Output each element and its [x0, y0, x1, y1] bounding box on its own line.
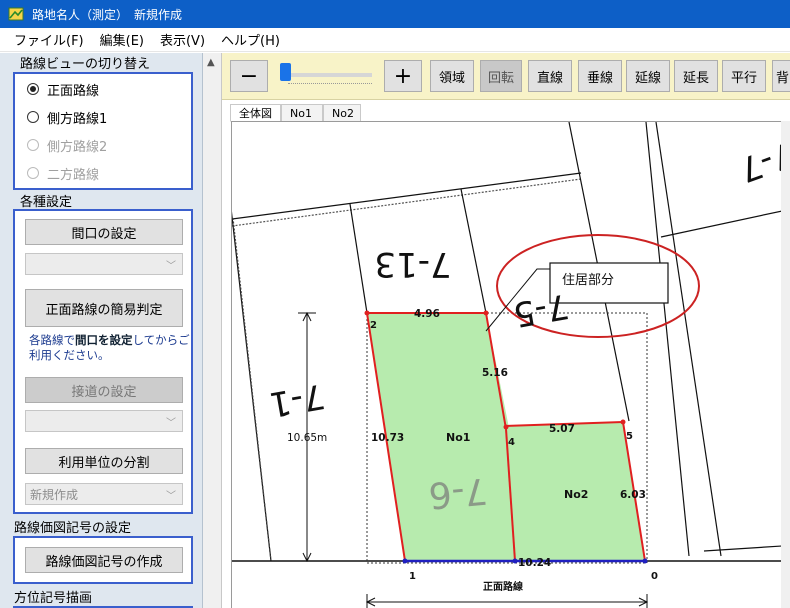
- price-symbol-group-title: 路線価図記号の設定: [14, 521, 132, 536]
- route-view-group-title: 路線ビューの切り替え: [20, 57, 151, 72]
- horizontal-dimension: [365, 594, 649, 608]
- parcel-line: [660, 210, 781, 238]
- menu-bar: ファイル(F) 編集(E) 表示(V) ヘルプ(H): [0, 28, 790, 52]
- tab-no2[interactable]: No2: [323, 104, 361, 122]
- vertex-marker: [503, 424, 509, 430]
- chevron-down-icon: ﹀: [166, 261, 176, 272]
- parcel-line: [703, 545, 781, 552]
- chevron-down-icon: ﹀: [166, 418, 176, 429]
- toolbar: − + 領域 回転 直線 垂線 延線 延長 平行 背: [222, 53, 790, 100]
- settings-group-title: 各種設定: [20, 195, 73, 210]
- radio-indicator: [27, 83, 39, 95]
- dim-label-left: 10.73: [371, 432, 404, 444]
- road-contact-combo: ﹀: [25, 410, 183, 432]
- vertex-marker: [620, 419, 626, 425]
- sidebar-scrollbar[interactable]: ▲: [203, 53, 222, 608]
- drawing-canvas[interactable]: 7-13 7-1 7-6 7-5 7-7 住居部分 No1 No2 4.96 5…: [231, 121, 781, 608]
- callout-text: 住居部分: [562, 273, 614, 288]
- vertex-number: 2: [370, 320, 377, 331]
- lot-name-no2: No2: [564, 488, 588, 501]
- vertex-number: 1: [409, 571, 416, 582]
- vertex-number: 5: [626, 431, 633, 442]
- radio-two-way-road: 二方路線: [15, 159, 191, 187]
- parcel-label-7-7: 7-7: [734, 133, 781, 190]
- canvas-scrollbar[interactable]: [781, 121, 790, 608]
- parcel-line: [655, 122, 722, 557]
- tool-rotate-button[interactable]: 回転: [480, 60, 522, 92]
- route-view-group: 正面路線 側方路線1 側方路線2 二方路線: [13, 72, 193, 190]
- dim-label-bottom: 10.24: [518, 557, 551, 569]
- plot-drawing: 7-13 7-1 7-6 7-5 7-7 住居部分 No1 No2 4.96 5…: [232, 122, 781, 608]
- zoom-out-button[interactable]: −: [230, 60, 268, 92]
- lot-name-no1: No1: [446, 431, 470, 444]
- tool-extend-line-button[interactable]: 延線: [626, 60, 670, 92]
- app-icon: [8, 6, 24, 22]
- zoom-slider-track[interactable]: [282, 73, 372, 77]
- zoom-slider-ticks: [288, 83, 372, 87]
- dim-label-right-upper: 5.16: [482, 367, 508, 379]
- vertex-marker: [402, 558, 408, 564]
- tool-parallel-button[interactable]: 平行: [722, 60, 766, 92]
- radio-front-road[interactable]: 正面路線: [15, 75, 191, 103]
- settings-group: 間口の設定 ﹀ 正面路線の簡易判定 各路線で間口を設定してからご利用ください。 …: [13, 209, 193, 514]
- direction-group-title: 方位記号描画: [14, 591, 93, 606]
- split-unit-combo: 新規作成 ﹀: [25, 483, 183, 505]
- vertex-number: 0: [651, 571, 658, 582]
- parcel-line: [232, 178, 582, 227]
- parcel-label-7-13: 7-13: [374, 244, 451, 284]
- vertex-marker: [364, 310, 370, 316]
- vertex-number: 4: [508, 437, 515, 448]
- tab-no1[interactable]: No1: [281, 104, 323, 122]
- road-label: 正面路線: [483, 580, 523, 593]
- window-title: 路地名人（測定） 新規作成: [32, 7, 183, 22]
- parcel-label-7-6: 7-6: [427, 469, 489, 515]
- radio-side-road-1[interactable]: 側方路線1: [15, 103, 191, 131]
- vertex-marker: [483, 310, 489, 316]
- dim-label-middle: 5.07: [549, 423, 575, 435]
- chevron-down-icon: ﹀: [166, 491, 176, 502]
- menu-edit[interactable]: 編集(E): [92, 30, 152, 49]
- zoom-in-button[interactable]: +: [384, 60, 422, 92]
- dim-label-height: 10.65m: [287, 432, 327, 444]
- menu-file[interactable]: ファイル(F): [0, 30, 92, 49]
- frontage-combo[interactable]: ﹀: [25, 253, 183, 275]
- title-bar: 路地名人（測定） 新規作成: [0, 0, 790, 28]
- vertex-marker: [642, 558, 648, 564]
- tool-back-button[interactable]: 背: [772, 60, 790, 92]
- parcel-line: [232, 172, 582, 220]
- tab-overall[interactable]: 全体図: [230, 104, 281, 122]
- menu-help[interactable]: ヘルプ(H): [213, 30, 288, 49]
- radio-indicator: [27, 139, 39, 151]
- dim-label-right-lower: 6.03: [620, 489, 646, 501]
- split-unit-button[interactable]: 利用単位の分割: [25, 448, 183, 474]
- radio-side-road-2: 側方路線2: [15, 131, 191, 159]
- parcel-line: [645, 122, 690, 557]
- parcel-label-7-1: 7-1: [266, 375, 328, 424]
- road-contact-button: 接道の設定: [25, 377, 183, 403]
- view-tabs: 全体図 No1 No2: [230, 104, 361, 122]
- dim-label-top: 4.96: [414, 308, 440, 320]
- simple-judge-button[interactable]: 正面路線の簡易判定: [25, 289, 183, 327]
- vertex-marker: [512, 558, 518, 564]
- scroll-up-icon[interactable]: ▲: [207, 57, 215, 68]
- tool-perpendicular-button[interactable]: 垂線: [578, 60, 622, 92]
- tool-extension-button[interactable]: 延長: [674, 60, 718, 92]
- menu-view[interactable]: 表示(V): [152, 30, 213, 49]
- tool-line-button[interactable]: 直線: [528, 60, 572, 92]
- radio-indicator: [27, 167, 39, 179]
- hint-text: 各路線で間口を設定してからご利用ください。: [29, 333, 190, 362]
- parcel-line: [460, 188, 487, 314]
- parcel-line: [349, 203, 368, 314]
- tool-area-button[interactable]: 領域: [430, 60, 474, 92]
- price-symbol-group: 路線価図記号の作成: [13, 536, 193, 584]
- zoom-slider-thumb[interactable]: [280, 63, 291, 81]
- create-price-symbol-button[interactable]: 路線価図記号の作成: [25, 547, 183, 573]
- sidebar: 路線ビューの切り替え 正面路線 側方路線1 側方路線2 二方路線 各種設定 間口…: [0, 53, 203, 608]
- parcel-label-7-5: 7-5: [510, 285, 572, 334]
- radio-indicator: [27, 111, 39, 123]
- frontage-settings-button[interactable]: 間口の設定: [25, 219, 183, 245]
